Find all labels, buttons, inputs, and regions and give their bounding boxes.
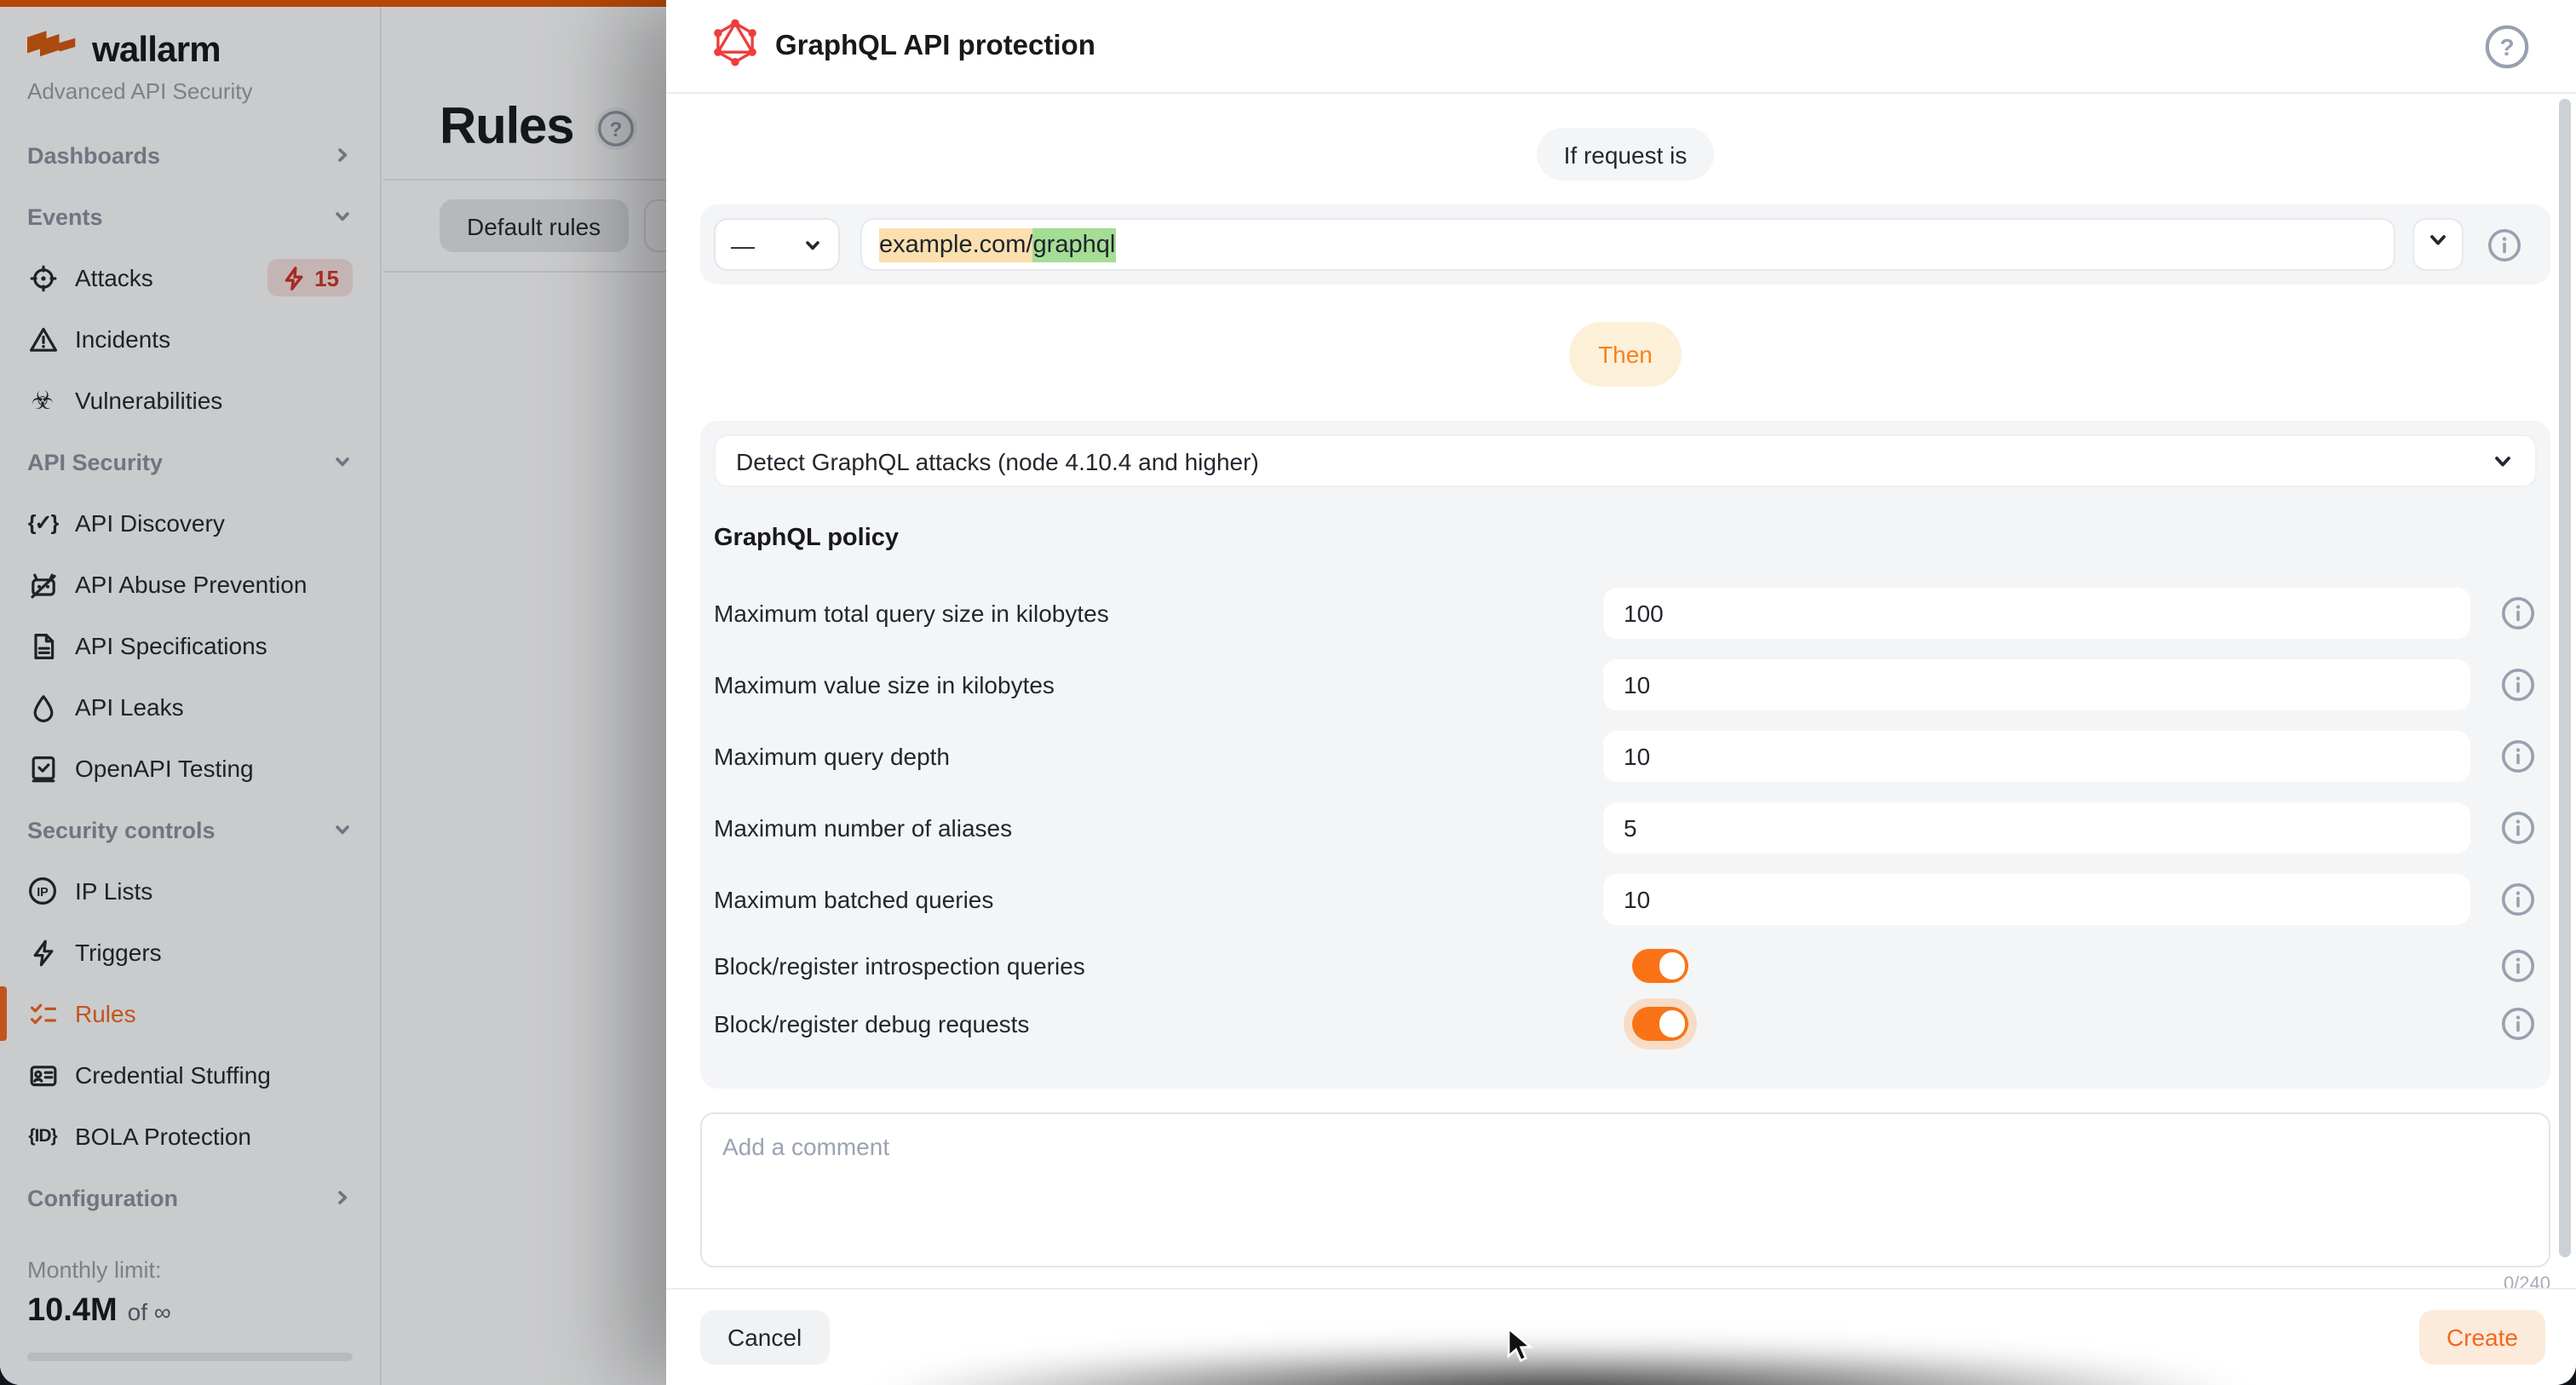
modal-title: GraphQL API protection	[775, 30, 1095, 62]
policy-field-label: Maximum query depth	[714, 743, 1603, 770]
policy-toggle-label: Block/register introspection queries	[714, 952, 1632, 980]
then-action-panel: Detect GraphQL attacks (node 4.10.4 and …	[700, 421, 2550, 1089]
policy-heading: GraphQL policy	[714, 525, 2537, 560]
modal-scrollbar-thumb[interactable]	[2559, 99, 2571, 1257]
policy-toggle-label: Block/register debug requests	[714, 1010, 1632, 1037]
uri-part-green: graphql	[1033, 227, 1116, 261]
app-window: wallarm Advanced API Security Dashboards…	[0, 0, 2576, 1385]
if-request-is-pill: If request is	[1537, 128, 1715, 181]
svg-text:?: ?	[2499, 33, 2514, 60]
policy-field-row: Maximum query depth10	[714, 731, 2537, 782]
condition-operator-value: —	[731, 231, 755, 258]
help-icon[interactable]: ?	[2482, 21, 2532, 71]
policy-field-label: Maximum value size in kilobytes	[714, 671, 1603, 698]
screen: wallarm Advanced API Security Dashboards…	[0, 0, 2576, 1385]
info-icon[interactable]	[2499, 809, 2537, 847]
policy-field-label: Maximum number of aliases	[714, 814, 1603, 842]
info-icon[interactable]	[2499, 1005, 2537, 1043]
then-pill: Then	[1569, 322, 1682, 387]
info-icon[interactable]	[2499, 666, 2537, 704]
toggle-switch-on[interactable]	[1632, 1008, 1688, 1041]
policy-field-row: Maximum number of aliases5	[714, 802, 2537, 853]
info-icon[interactable]	[2486, 226, 2523, 263]
policy-field-input[interactable]: 10	[1603, 874, 2470, 925]
policy-field-input[interactable]: 10	[1603, 659, 2470, 710]
policy-rows: Maximum total query size in kilobytes100…	[714, 588, 2537, 1044]
chevron-down-icon	[2491, 449, 2515, 473]
info-icon[interactable]	[2499, 738, 2537, 775]
uri-part-orange: example.com/	[879, 227, 1033, 261]
uri-input[interactable]: example.com/graphql	[860, 218, 2395, 271]
policy-field-input[interactable]: 5	[1603, 802, 2470, 853]
comment-placeholder: Add a comment	[722, 1133, 889, 1160]
action-select-value: Detect GraphQL attacks (node 4.10.4 and …	[736, 447, 1259, 474]
policy-field-row: Maximum total query size in kilobytes100	[714, 588, 2537, 639]
modal-footer: Cancel Create	[666, 1288, 2576, 1385]
uri-expand-button[interactable]	[2412, 218, 2464, 271]
policy-field-input[interactable]: 100	[1603, 588, 2470, 639]
chevron-down-icon	[802, 234, 823, 255]
cancel-button[interactable]: Cancel	[700, 1310, 829, 1365]
comment-char-counter: 0/240	[700, 1276, 2550, 1288]
modal-body: If request is — example.com/graphql Then…	[666, 94, 2576, 1288]
policy-toggle-row: Block/register introspection queries	[714, 945, 2537, 986]
policy-field-label: Maximum batched queries	[714, 886, 1603, 913]
policy-field-row: Maximum value size in kilobytes10	[714, 659, 2537, 710]
toggle-switch-on[interactable]	[1632, 950, 1688, 983]
condition-operator-select[interactable]: —	[714, 218, 840, 271]
action-select[interactable]: Detect GraphQL attacks (node 4.10.4 and …	[714, 434, 2537, 487]
graphql-protection-modal: GraphQL API protection ? If request is —…	[666, 0, 2576, 1385]
create-button[interactable]: Create	[2419, 1310, 2545, 1365]
policy-field-row: Maximum batched queries10	[714, 874, 2537, 925]
chevron-down-icon	[2426, 228, 2450, 261]
modal-header: GraphQL API protection ?	[666, 0, 2576, 94]
policy-field-input[interactable]: 10	[1603, 731, 2470, 782]
info-icon[interactable]	[2499, 947, 2537, 985]
info-icon[interactable]	[2499, 881, 2537, 918]
policy-toggle-row: Block/register debug requests	[714, 1003, 2537, 1044]
toggle-knob	[1659, 1011, 1685, 1037]
toggle-knob	[1659, 953, 1685, 980]
comment-textarea[interactable]: Add a comment	[700, 1112, 2550, 1267]
info-icon[interactable]	[2499, 595, 2537, 632]
condition-row: — example.com/graphql	[700, 204, 2550, 284]
policy-field-label: Maximum total query size in kilobytes	[714, 600, 1603, 627]
graphql-icon	[714, 18, 756, 74]
